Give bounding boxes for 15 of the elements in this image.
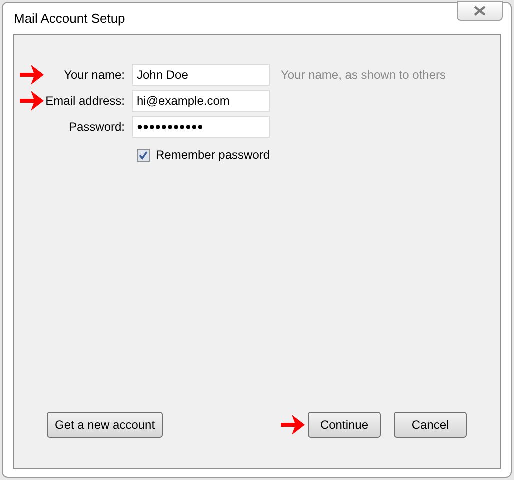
- dialog-button[interactable]: Continue: [308, 412, 381, 438]
- input-field[interactable]: John Doe: [132, 64, 270, 86]
- password-field[interactable]: ●●●●●●●●●●●: [132, 116, 270, 138]
- field-label: Your name:: [64, 67, 125, 84]
- field-hint: Your name, as shown to others: [281, 67, 446, 84]
- field-label: Password:: [68, 119, 125, 136]
- close-icon: [474, 6, 486, 16]
- dialog-button[interactable]: Get a new account: [47, 412, 164, 438]
- checkbox[interactable]: [137, 148, 150, 162]
- input-field[interactable]: hi@example.com: [132, 90, 270, 112]
- window-title: Mail Account Setup: [14, 10, 126, 28]
- close-button[interactable]: [457, 1, 503, 21]
- dialog-button[interactable]: Cancel: [394, 412, 467, 438]
- checkbox-label[interactable]: Remember password: [156, 146, 270, 164]
- field-label: Email address:: [46, 93, 125, 110]
